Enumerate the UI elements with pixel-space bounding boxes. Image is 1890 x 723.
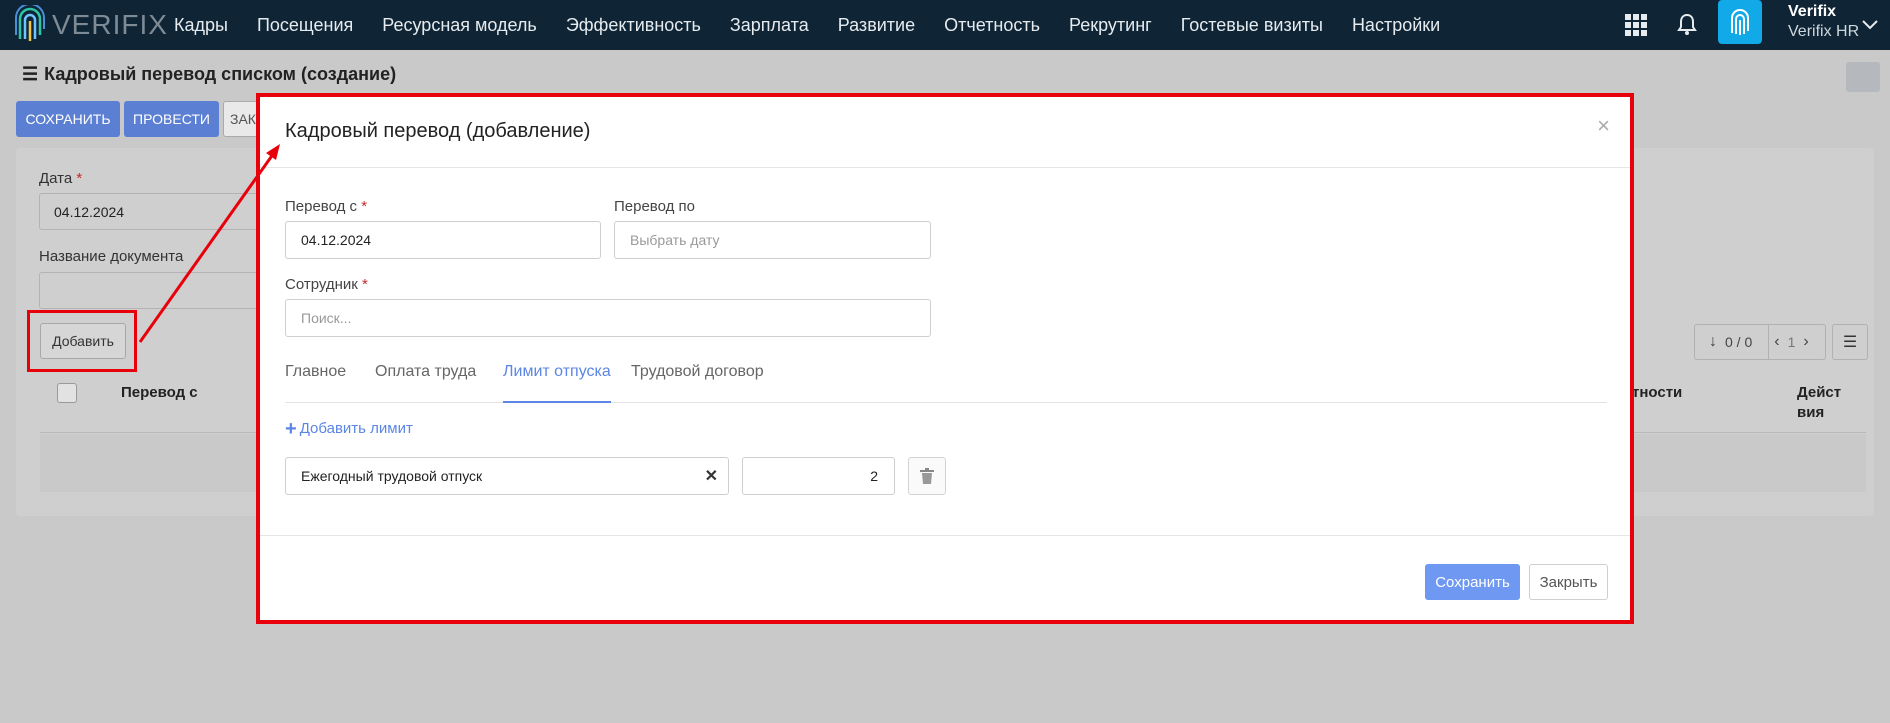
annotation-highlight-box (27, 310, 137, 372)
required-mark: * (76, 170, 83, 187)
modal-footer-divider (259, 535, 1632, 536)
user-org: Verifix HR (1788, 23, 1860, 40)
transfer-from-input[interactable]: 04.12.2024 (285, 221, 601, 259)
plus-icon: + (285, 417, 297, 440)
hamburger-icon[interactable]: ☰ (22, 64, 38, 85)
required-mark: * (362, 276, 368, 293)
bell-icon[interactable] (1672, 10, 1702, 40)
employee-search-input[interactable]: Поиск... (285, 299, 931, 337)
top-navbar: VERIFIX Кадры Посещения Ресурсная модель… (0, 0, 1890, 50)
pagination-counter: ↓ 0 / 0 ‹ 1 › (1694, 324, 1826, 360)
brand-name: VERIFIX (52, 9, 168, 40)
modal-title: Кадровый перевод (добавление) (285, 120, 591, 142)
pager-count: 0 / 0 (1725, 334, 1753, 350)
user-name: Verifix (1788, 3, 1837, 20)
nav-item-guest-visits[interactable]: Гостевые визиты (1181, 15, 1323, 36)
employee-label: Сотрудник * (285, 276, 368, 293)
vacation-type-value: Ежегодный трудовой отпуск (301, 468, 483, 484)
nav-item-development[interactable]: Развитие (838, 15, 915, 36)
vacation-type-select[interactable]: Ежегодный трудовой отпуск ✕ (285, 457, 729, 495)
post-button[interactable]: ПРОВЕСТИ (124, 101, 219, 137)
arrow-down-icon[interactable]: ↓ (1709, 333, 1717, 351)
tab-vacation-limit[interactable]: Лимит отпуска (503, 363, 611, 403)
add-limit-text: Добавить лимит (299, 420, 413, 437)
column-header-transfer-from[interactable]: Перевод с (121, 383, 198, 403)
document-name-input[interactable] (39, 272, 264, 309)
avatar[interactable] (1718, 0, 1762, 44)
main-nav: Кадры Посещения Ресурсная модель Эффекти… (174, 0, 1469, 50)
delete-limit-button[interactable] (908, 457, 946, 495)
close-icon[interactable]: × (1597, 113, 1610, 139)
modal-close-button[interactable]: Закрыть (1529, 564, 1608, 600)
modal-header: Кадровый перевод (добавление) × (259, 95, 1632, 168)
transfer-from-label-text: Перевод с (285, 198, 358, 215)
transfer-to-input[interactable]: Выбрать дату (614, 221, 931, 259)
brand-logo[interactable]: VERIFIX (14, 4, 168, 46)
save-button[interactable]: СОХРАНИТЬ (16, 101, 120, 137)
chevron-right-icon[interactable]: › (1803, 333, 1808, 351)
modal-save-button[interactable]: Сохранить (1425, 564, 1520, 600)
transfer-to-label: Перевод по (614, 198, 696, 215)
list-icon: ☰ (1842, 334, 1858, 351)
fingerprint-icon (1731, 9, 1749, 35)
document-name-label: Название документа (39, 248, 184, 265)
nav-item-resource-model[interactable]: Ресурсная модель (382, 15, 537, 36)
date-label: Дата * (39, 170, 82, 187)
select-all-checkbox[interactable] (57, 383, 77, 403)
required-mark: * (361, 198, 368, 215)
close-button-partial[interactable]: ЗАК (223, 101, 263, 137)
clear-icon[interactable]: ✕ (705, 466, 718, 486)
date-input[interactable]: 04.12.2024 (39, 193, 264, 230)
tab-employment-contract[interactable]: Трудовой договор (631, 363, 764, 403)
nav-item-reports[interactable]: Отчетность (944, 15, 1040, 36)
chevron-left-icon[interactable]: ‹ (1774, 333, 1779, 351)
nav-item-efficiency[interactable]: Эффективность (566, 15, 701, 36)
trash-icon (920, 468, 934, 484)
vacation-days-input[interactable]: 2 (742, 457, 895, 495)
tab-payment[interactable]: Оплата труда (375, 363, 476, 403)
column-header-actions-line2: вия (1797, 404, 1825, 421)
transfer-from-label: Перевод с * (285, 198, 367, 215)
nav-item-settings[interactable]: Настройки (1352, 15, 1440, 36)
layout-toggle-button[interactable] (1846, 62, 1880, 92)
column-header-position[interactable]: тности (1632, 383, 1682, 403)
page-title-text: Кадровый перевод списком (создание) (44, 64, 397, 84)
nav-item-salary[interactable]: Зарплата (730, 15, 809, 36)
employee-label-text: Сотрудник (285, 276, 358, 293)
fingerprint-logo-icon (15, 5, 45, 41)
pager-page: 1 (1787, 334, 1796, 350)
column-menu-button[interactable]: ☰ (1832, 324, 1868, 360)
nav-item-attendance[interactable]: Посещения (257, 15, 353, 36)
transfer-add-modal: Кадровый перевод (добавление) × Перевод … (259, 95, 1632, 622)
column-header-actions-line1: Дейст (1797, 384, 1842, 401)
apps-grid-icon[interactable] (1621, 10, 1651, 40)
nav-item-staff[interactable]: Кадры (174, 15, 228, 36)
tab-main[interactable]: Главное (285, 363, 346, 403)
add-limit-link[interactable]: + Добавить лимит (285, 417, 413, 440)
nav-item-recruiting[interactable]: Рекрутинг (1069, 15, 1152, 36)
page-title: ☰ Кадровый перевод списком (создание) (22, 64, 396, 85)
date-label-text: Дата (39, 170, 73, 187)
modal-tabs: Главное Оплата труда Лимит отпуска Трудо… (285, 363, 1607, 403)
user-menu[interactable]: Verifix Verifix HR (1788, 2, 1859, 42)
chevron-down-icon[interactable] (1862, 20, 1878, 30)
column-header-actions: Дейст вия (1797, 383, 1841, 423)
